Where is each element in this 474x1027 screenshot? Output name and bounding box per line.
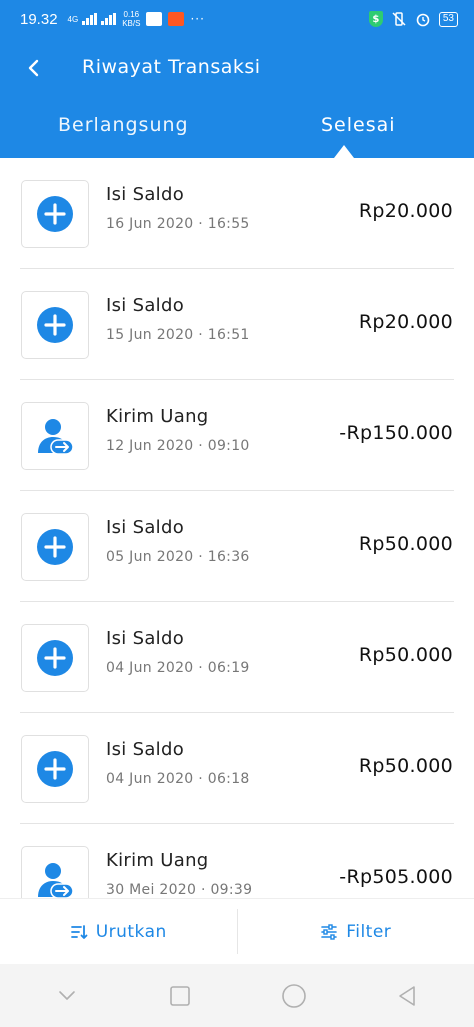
transaction-amount: Rp50.000 — [358, 533, 453, 555]
active-tab-indicator — [334, 145, 354, 158]
tab-selesai[interactable]: Selesai — [321, 114, 396, 136]
back-button[interactable] — [16, 50, 52, 86]
transaction-title: Kirim Uang — [106, 406, 209, 427]
transaction-icon-box — [21, 624, 89, 692]
network-type: 4G — [67, 14, 79, 24]
transaction-date: 30 Mei 2020 · 09:39 — [106, 882, 253, 898]
notification-app-icon — [146, 12, 163, 26]
transaction-title: Isi Saldo — [106, 184, 185, 205]
shopping-app-icon — [168, 12, 185, 26]
sort-icon — [70, 924, 88, 939]
transaction-date: 04 Jun 2020 · 06:18 — [106, 771, 250, 787]
transaction-icon-box — [21, 402, 89, 470]
shield-icon: $ — [368, 11, 383, 27]
transaction-amount: -Rp505.000 — [339, 866, 453, 888]
page-title: Riwayat Transaksi — [82, 56, 261, 78]
transaction-title: Kirim Uang — [106, 850, 209, 871]
transaction-amount: Rp50.000 — [358, 755, 453, 777]
transaction-icon-box — [21, 180, 89, 248]
alarm-icon — [416, 13, 430, 27]
bottom-action-bar: Urutkan Filter — [0, 898, 474, 964]
transaction-amount: -Rp150.000 — [339, 422, 453, 444]
battery-icon: 53 — [438, 11, 458, 27]
speed-unit: KB/S — [122, 19, 141, 28]
chevron-down-icon — [58, 990, 75, 1000]
transaction-list[interactable]: Isi Saldo 16 Jun 2020 · 16:55 Rp20.000 I… — [0, 158, 474, 898]
send-money-icon — [38, 863, 74, 898]
transaction-title: Isi Saldo — [106, 628, 185, 649]
plus-icon — [37, 307, 73, 343]
chevron-left-icon — [28, 59, 39, 77]
plus-icon — [37, 640, 73, 676]
sort-button[interactable]: Urutkan — [0, 899, 237, 964]
plus-icon — [37, 196, 73, 232]
transaction-icon-box — [21, 846, 89, 898]
plus-icon — [37, 751, 73, 787]
signal-icon — [82, 13, 98, 25]
transaction-row[interactable]: Isi Saldo 04 Jun 2020 · 06:18 Rp50.000 — [0, 713, 474, 824]
transaction-row[interactable]: Isi Saldo 15 Jun 2020 · 16:51 Rp20.000 — [0, 269, 474, 380]
transaction-date: 15 Jun 2020 · 16:51 — [106, 327, 250, 343]
transaction-icon-box — [21, 513, 89, 581]
transaction-date: 16 Jun 2020 · 16:55 — [106, 216, 250, 232]
nav-back-button[interactable] — [392, 981, 422, 1011]
status-bar: 19.32 4G 0.16 KB/S ··· $ 53 — [0, 0, 474, 38]
transaction-row[interactable]: Kirim Uang 12 Jun 2020 · 09:10 -Rp150.00… — [0, 380, 474, 491]
filter-label: Filter — [346, 921, 392, 942]
sort-label: Urutkan — [95, 921, 167, 942]
nav-collapse-button[interactable] — [52, 981, 82, 1011]
transaction-title: Isi Saldo — [106, 295, 185, 316]
system-nav-bar — [0, 964, 474, 1027]
filter-button[interactable]: Filter — [238, 899, 474, 964]
nav-recents-button[interactable] — [165, 981, 195, 1011]
tab-berlangsung[interactable]: Berlangsung — [58, 114, 189, 136]
transaction-title: Isi Saldo — [106, 739, 185, 760]
app-bar: Riwayat Transaksi Berlangsung Selesai — [0, 38, 474, 158]
transaction-icon-box — [21, 735, 89, 803]
more-notifications-icon: ··· — [190, 12, 205, 26]
transaction-amount: Rp50.000 — [358, 644, 453, 666]
transaction-row[interactable]: Isi Saldo 16 Jun 2020 · 16:55 Rp20.000 — [0, 158, 474, 269]
transaction-icon-box — [21, 291, 89, 359]
square-icon — [170, 985, 191, 1006]
transaction-title: Isi Saldo — [106, 517, 185, 538]
transaction-date: 12 Jun 2020 · 09:10 — [106, 438, 250, 454]
transaction-row[interactable]: Isi Saldo 04 Jun 2020 · 06:19 Rp50.000 — [0, 602, 474, 713]
transaction-date: 05 Jun 2020 · 16:36 — [106, 549, 250, 565]
transaction-row[interactable]: Isi Saldo 05 Jun 2020 · 16:36 Rp50.000 — [0, 491, 474, 602]
signal-icon-2 — [101, 13, 117, 25]
speed-value: 0.16 — [123, 10, 140, 19]
send-money-icon — [38, 419, 74, 455]
plus-icon — [37, 529, 73, 565]
nav-home-button[interactable] — [279, 981, 309, 1011]
triangle-back-icon — [399, 985, 416, 1006]
vibrate-icon — [392, 12, 406, 26]
transaction-amount: Rp20.000 — [358, 311, 453, 333]
status-time: 19.32 — [20, 10, 58, 28]
transaction-row[interactable]: Kirim Uang 30 Mei 2020 · 09:39 -Rp505.00… — [0, 824, 474, 898]
filter-icon — [321, 923, 337, 940]
transaction-amount: Rp20.000 — [358, 200, 453, 222]
transaction-date: 04 Jun 2020 · 06:19 — [106, 660, 250, 676]
network-speed: 0.16 KB/S — [122, 10, 140, 28]
circle-icon — [281, 983, 306, 1008]
